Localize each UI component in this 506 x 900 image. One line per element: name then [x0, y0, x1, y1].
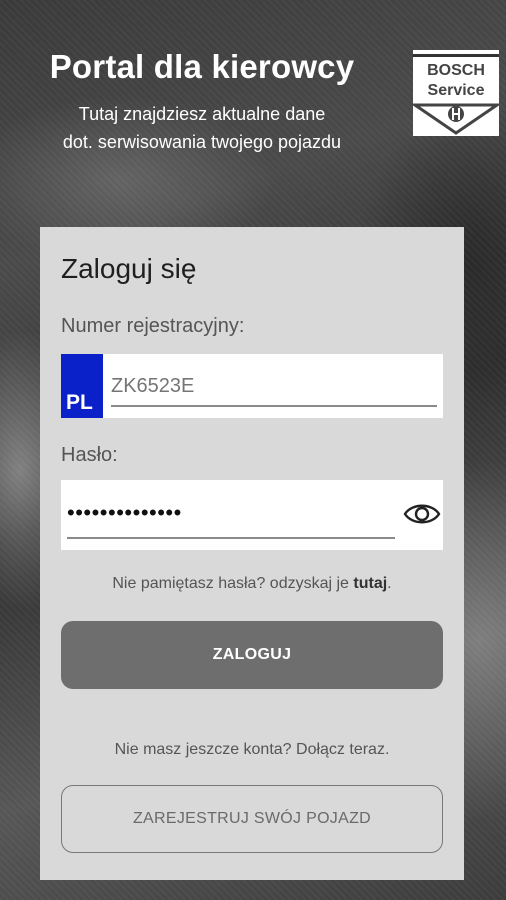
country-code: PL — [66, 391, 93, 414]
register-vehicle-button[interactable]: ZAREJESTRUJ SWÓJ POJAZD — [61, 785, 443, 853]
login-title: Zaloguj się — [61, 253, 197, 284]
country-badge: PL — [61, 354, 103, 418]
forgot-password-suffix: . — [387, 575, 392, 592]
password-underline — [67, 537, 395, 539]
password-value: •••••••••••••• — [67, 500, 182, 525]
subtitle-line-1: Tutaj znajdziesz aktualne dane — [78, 104, 326, 124]
login-card: Zaloguj się Numer rejestracyjny: PL ZK65… — [40, 227, 464, 880]
forgot-password-text: Nie pamiętasz hasła? odzyskaj je tutaj. — [40, 575, 464, 593]
registration-label: Numer rejestracyjny: — [61, 315, 245, 337]
registration-number-input[interactable]: PL ZK6523E — [61, 354, 443, 418]
subtitle-line-2: dot. serwisowania twojego pojazdu — [62, 132, 342, 152]
bosch-armature-icon — [413, 103, 499, 135]
forgot-password-link[interactable]: tutaj — [353, 575, 387, 592]
password-input[interactable]: •••••••••••••• — [61, 480, 443, 550]
page-title: Portal dla kierowcy — [49, 48, 355, 85]
bosch-service-logo: BOSCH Service — [413, 50, 499, 136]
login-button[interactable]: ZALOGUJ — [61, 621, 443, 689]
no-account-text: Nie masz jeszcze konta? Dołącz teraz. — [114, 741, 390, 758]
logo-brand-text: BOSCH — [427, 62, 485, 79]
registration-underline — [111, 405, 437, 407]
registration-value: ZK6523E — [111, 375, 195, 397]
forgot-password-prefix: Nie pamiętasz hasła? odzyskaj je — [112, 575, 354, 592]
logo-top-bar — [413, 54, 499, 57]
password-label: Hasło: — [61, 444, 118, 466]
eye-icon[interactable] — [403, 500, 441, 528]
page-subtitle: Tutaj znajdziesz aktualne dane dot. serw… — [0, 100, 404, 156]
logo-service-text: Service — [427, 82, 485, 99]
